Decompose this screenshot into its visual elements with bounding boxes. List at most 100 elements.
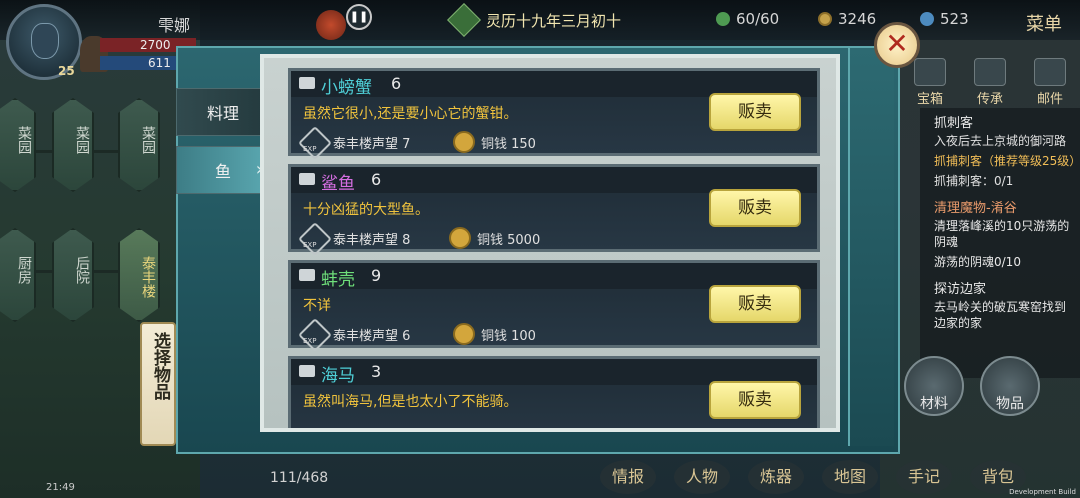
price-text: 铜钱 5000: [477, 233, 541, 248]
menu-button[interactable]: 菜单: [1026, 10, 1062, 36]
date-display: 灵历十九年三月初十: [447, 3, 622, 37]
sell-button[interactable]: 贩卖: [709, 93, 801, 131]
treasure-button[interactable]: 宝箱: [906, 58, 954, 107]
quest-desc: 清理落峰溪的10只游荡的阴魂: [934, 219, 1070, 249]
quest-title: 抓刺客: [934, 116, 974, 131]
coin-icon: [449, 227, 471, 249]
inherit-icon: [974, 58, 1006, 86]
map-node-garden-3[interactable]: 菜园: [118, 98, 160, 192]
reputation-icon: [298, 222, 332, 256]
map-node-taifeng-tower[interactable]: 泰丰楼: [118, 228, 160, 322]
map-node-garden-2[interactable]: 菜园: [52, 98, 94, 192]
tab-fish[interactable]: 鱼›: [176, 146, 268, 194]
map-node-backyard[interactable]: 后院: [52, 228, 94, 322]
pause-icon[interactable]: ❚❚: [346, 4, 372, 30]
spirit-icon: [920, 12, 934, 26]
nav-refine[interactable]: 炼器: [748, 460, 804, 494]
reputation-text: 泰丰楼声望 8: [333, 233, 411, 248]
nav-journal[interactable]: 手记: [896, 460, 952, 494]
bag-buttons: 材料 物品: [904, 356, 1040, 416]
resource-stamina: 60/60: [716, 10, 779, 28]
item-quantity: 3: [371, 362, 382, 381]
coin-icon: [818, 12, 832, 26]
coin-icon: [453, 131, 475, 153]
item-list[interactable]: 小螃蟹 6 虽然它很小,还是要小心它的蟹钳。 EXP 泰丰楼声望 7 铜钱 15…: [260, 54, 840, 432]
sell-button[interactable]: 贩卖: [709, 189, 801, 227]
resource-value: 3246: [838, 10, 877, 28]
items-button[interactable]: 物品: [980, 356, 1040, 416]
map-node-garden-1[interactable]: 菜园: [0, 98, 36, 192]
quest-title: 清理魔物-淆谷: [934, 201, 1017, 216]
item-description: 虽然它很小,还是要小心它的蟹钳。: [303, 106, 518, 122]
coin-icon: [453, 323, 475, 345]
item-name: 海马: [321, 366, 355, 386]
quest-desc: 抓捕刺客（推荐等级25级）: [934, 154, 1080, 168]
modal-rail: [848, 48, 894, 446]
mail-icon: [1034, 58, 1066, 86]
price-text: 铜钱 150: [481, 137, 536, 152]
item-description: 不详: [303, 298, 331, 314]
item-quantity: 6: [391, 74, 402, 93]
tab-cuisine[interactable]: 料理: [176, 88, 268, 136]
silver-icon: [299, 269, 315, 281]
item-quantity: 6: [371, 170, 382, 189]
quest-panel: 抓刺客 入夜后去上京城的御河路 抓捕刺客（推荐等级25级） 抓捕刺客：0/1 清…: [920, 108, 1080, 378]
quest-item[interactable]: 抓刺客 入夜后去上京城的御河路 抓捕刺客（推荐等级25级） 抓捕刺客：0/1: [920, 108, 1080, 189]
tab-label: 料理: [207, 104, 240, 123]
sell-button[interactable]: 贩卖: [709, 285, 801, 323]
emblem-icon[interactable]: [316, 10, 346, 40]
quest-progress: 游荡的阴魂0/10: [934, 255, 1021, 269]
map-node-kitchen[interactable]: 厨房: [0, 228, 36, 322]
nav-intel[interactable]: 情报: [600, 460, 656, 494]
quest-progress: 抓捕刺客：0/1: [934, 174, 1014, 188]
reputation-text: 泰丰楼声望 6: [333, 329, 411, 344]
list-item: 海马 3 虽然叫海马,但是也太小了不能骑。 贩卖: [288, 356, 820, 428]
price-text: 铜钱 100: [481, 329, 536, 344]
dev-build-label: Development Build: [1009, 488, 1076, 496]
mp-value: 611: [148, 56, 171, 70]
resource-value: 60/60: [736, 10, 780, 28]
item-description: 十分凶猛的大型鱼。: [303, 202, 429, 218]
quest-desc: 入夜后去上京城的御河路: [934, 134, 1067, 148]
quest-item[interactable]: 探访边家 去马岭关的破瓦寒窑找到边家的家: [920, 274, 1080, 331]
calendar-icon: [447, 3, 481, 37]
category-tabs: 料理 鱼›: [176, 88, 268, 204]
reputation-text: 泰丰楼声望 7: [333, 137, 411, 152]
hp-value: 2700: [140, 38, 171, 52]
item-name: 蚌壳: [321, 270, 355, 290]
reputation-icon: [298, 318, 332, 352]
close-icon[interactable]: ✕: [874, 22, 920, 68]
chest-icon: [914, 58, 946, 86]
inventory-count: 111/468: [270, 470, 329, 486]
resource-coin: 3246: [818, 10, 876, 28]
choose-item-scroll: 选择物品: [140, 322, 176, 446]
silver-icon: [299, 77, 315, 89]
nav-map[interactable]: 地图: [822, 460, 878, 494]
item-name: 小螃蟹: [321, 78, 372, 98]
player-name: 雫娜: [158, 16, 191, 35]
quest-desc: 去马岭关的破瓦寒窑找到边家的家: [934, 300, 1067, 330]
sell-button[interactable]: 贩卖: [709, 381, 801, 419]
list-item: 小螃蟹 6 虽然它很小,还是要小心它的蟹钳。 EXP 泰丰楼声望 7 铜钱 15…: [288, 68, 820, 160]
materials-button[interactable]: 材料: [904, 356, 964, 416]
silver-icon: [299, 365, 315, 377]
mail-button[interactable]: 邮件: [1026, 58, 1074, 107]
date-text: 灵历十九年三月初十: [486, 11, 622, 30]
stamina-icon: [716, 12, 730, 26]
quest-item[interactable]: 清理魔物-淆谷 清理落峰溪的10只游荡的阴魂 游荡的阴魂0/10: [920, 193, 1080, 270]
quest-title: 探访边家: [934, 282, 987, 297]
inherit-button[interactable]: 传承: [966, 58, 1014, 107]
right-top-icons: 宝箱 传承 邮件: [900, 58, 1080, 107]
clock-text: 21:49: [46, 482, 75, 493]
exp-label: EXP: [303, 241, 317, 249]
item-description: 虽然叫海马,但是也太小了不能骑。: [303, 394, 518, 410]
item-quantity: 9: [371, 266, 382, 285]
nav-character[interactable]: 人物: [674, 460, 730, 494]
item-name: 鲨鱼: [321, 174, 355, 194]
exp-label: EXP: [303, 337, 317, 345]
exp-label: EXP: [303, 145, 317, 153]
avatar-face: [31, 23, 59, 59]
resource-spirit: 523: [920, 10, 969, 28]
tab-label: 鱼: [215, 162, 232, 181]
resource-value: 523: [940, 10, 969, 28]
